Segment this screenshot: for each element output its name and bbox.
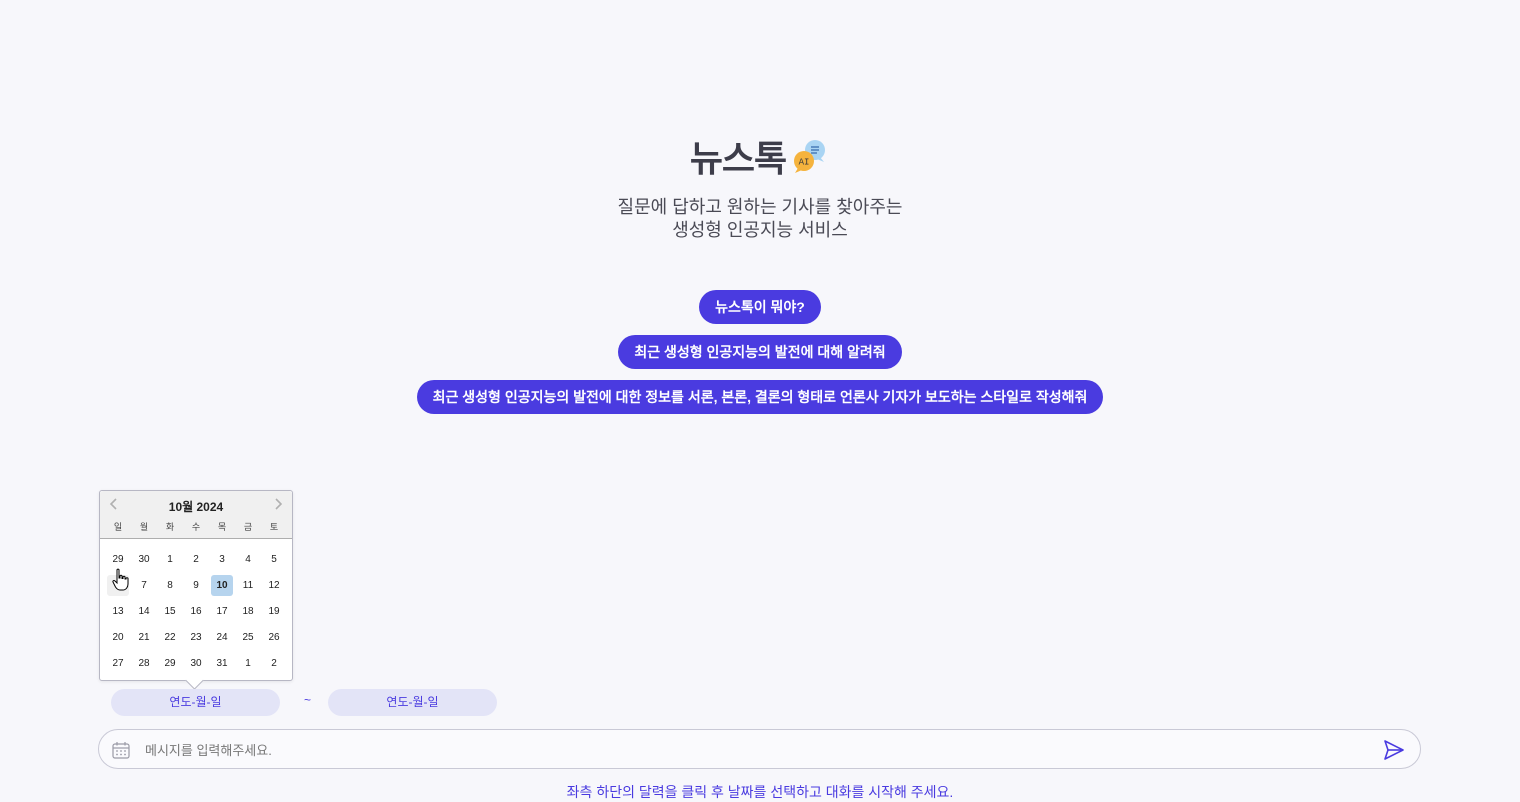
calendar-day[interactable]: 8 — [159, 575, 181, 596]
calendar-day[interactable]: 29 — [107, 549, 129, 570]
calendar-day[interactable]: 27 — [107, 653, 129, 674]
calendar-day[interactable]: 5 — [263, 549, 285, 570]
calendar-day[interactable]: 2 — [263, 653, 285, 674]
end-date-input[interactable]: 연도-월-일 — [328, 689, 497, 716]
calendar-week-row: 13 14 15 16 17 18 19 — [105, 598, 287, 624]
calendar-day[interactable]: 10 — [211, 574, 233, 596]
hero-section: 뉴스톡 AI 질문에 답하고 원하는 기사를 찾아주는 생성형 인공지능 서비스 — [0, 130, 1520, 242]
calendar-day[interactable]: 13 — [107, 601, 129, 622]
calendar-header: 10월 2024 일 월 화 수 목 금 토 — [100, 491, 292, 539]
calendar-day[interactable]: 20 — [107, 627, 129, 648]
chevron-right-icon[interactable] — [270, 496, 286, 512]
suggestion-chip[interactable]: 최근 생성형 인공지능의 발전에 대해 알려줘 — [618, 335, 902, 369]
ai-badge: AI — [799, 158, 810, 168]
start-date-input[interactable]: 연도-월-일 — [111, 689, 280, 716]
suggestion-chip[interactable]: 최근 생성형 인공지능의 발전에 대한 정보를 서론, 본론, 결론의 형태로 … — [416, 380, 1104, 414]
weekday-label: 월 — [139, 522, 149, 532]
calendar-day[interactable]: 29 — [159, 653, 181, 674]
calendar-day[interactable]: 18 — [237, 601, 259, 622]
calendar-day[interactable]: 16 — [185, 601, 207, 622]
send-icon[interactable] — [1382, 738, 1406, 762]
calendar-day[interactable]: 25 — [237, 627, 259, 648]
calendar-grid: 29 30 1 2 3 4 5 6 7 8 9 10 11 12 13 14 15 16 17 18 19 20 21 22 2… — [105, 546, 287, 676]
calendar-day[interactable]: 30 — [185, 653, 207, 674]
subtitle-line-1: 질문에 답하고 원하는 기사를 찾아주는 — [617, 197, 903, 217]
calendar-day[interactable]: 19 — [263, 601, 285, 622]
calendar-day[interactable]: 22 — [159, 627, 181, 648]
calendar-day[interactable]: 3 — [211, 549, 233, 570]
date-range-separator: ~ — [304, 693, 312, 707]
calendar-day[interactable]: 24 — [211, 627, 233, 648]
calendar-day[interactable]: 30 — [133, 549, 155, 570]
calendar-day[interactable]: 26 — [263, 627, 285, 648]
calendar-day[interactable]: 17 — [211, 601, 233, 622]
calendar-day[interactable]: 28 — [133, 653, 155, 674]
calendar-day[interactable]: 4 — [237, 549, 259, 570]
weekday-label: 토 — [269, 522, 279, 532]
weekday-label: 화 — [165, 522, 175, 532]
calendar-month-label: 10월 2024 — [168, 500, 224, 514]
calendar-day[interactable]: 6 — [107, 574, 129, 596]
calendar-day[interactable]: 9 — [185, 575, 207, 596]
calendar-day[interactable]: 2 — [185, 549, 207, 570]
suggestion-chip[interactable]: 뉴스톡이 뭐야? — [699, 290, 821, 324]
calendar-icon[interactable] — [111, 740, 131, 760]
suggestion-list: 뉴스톡이 뭐야? 최근 생성형 인공지능의 발전에 대해 알려줘 최근 생성형 … — [0, 290, 1520, 414]
calendar-week-row: 6 7 8 9 10 11 12 — [105, 572, 287, 598]
calendar-day[interactable]: 15 — [159, 601, 181, 622]
weekday-label: 목 — [217, 522, 227, 532]
calendar-day[interactable]: 11 — [237, 575, 259, 596]
subtitle-line-2: 생성형 인공지능 서비스 — [672, 220, 848, 240]
weekday-label: 금 — [243, 522, 253, 532]
calendar-day[interactable]: 1 — [159, 549, 181, 570]
calendar-week-row: 20 21 22 23 24 25 26 — [105, 624, 287, 650]
calendar-day[interactable]: 14 — [133, 601, 155, 622]
calendar-day[interactable]: 21 — [133, 627, 155, 648]
calendar-day[interactable]: 1 — [237, 653, 259, 674]
weekday-label: 수 — [191, 522, 201, 532]
message-bar: 메시지를 입력해주세요. — [98, 729, 1421, 769]
ai-chat-bubble-icon: AI — [790, 138, 830, 174]
weekday-header: 일 월 화 수 목 금 토 — [105, 520, 287, 533]
subtitle: 질문에 답하고 원하는 기사를 찾아주는 생성형 인공지능 서비스 — [0, 196, 1520, 242]
brand: 뉴스톡 AI — [690, 130, 830, 182]
calendar-day[interactable]: 12 — [263, 575, 285, 596]
calendar-day[interactable]: 23 — [185, 627, 207, 648]
calendar-week-row: 29 30 1 2 3 4 5 — [105, 546, 287, 572]
message-input[interactable]: 메시지를 입력해주세요. — [145, 740, 272, 759]
date-picker-popup: 10월 2024 일 월 화 수 목 금 토 29 30 1 2 3 4 5 6 7 8 9 10 11… — [99, 490, 293, 690]
weekday-label: 일 — [113, 522, 123, 532]
calendar-day[interactable]: 7 — [133, 575, 155, 596]
app-title: 뉴스톡 — [689, 138, 787, 179]
hint-text: 좌측 하단의 달력을 클릭 후 날짜를 선택하고 대화를 시작해 주세요. — [566, 784, 954, 800]
calendar-day[interactable]: 31 — [211, 653, 233, 674]
